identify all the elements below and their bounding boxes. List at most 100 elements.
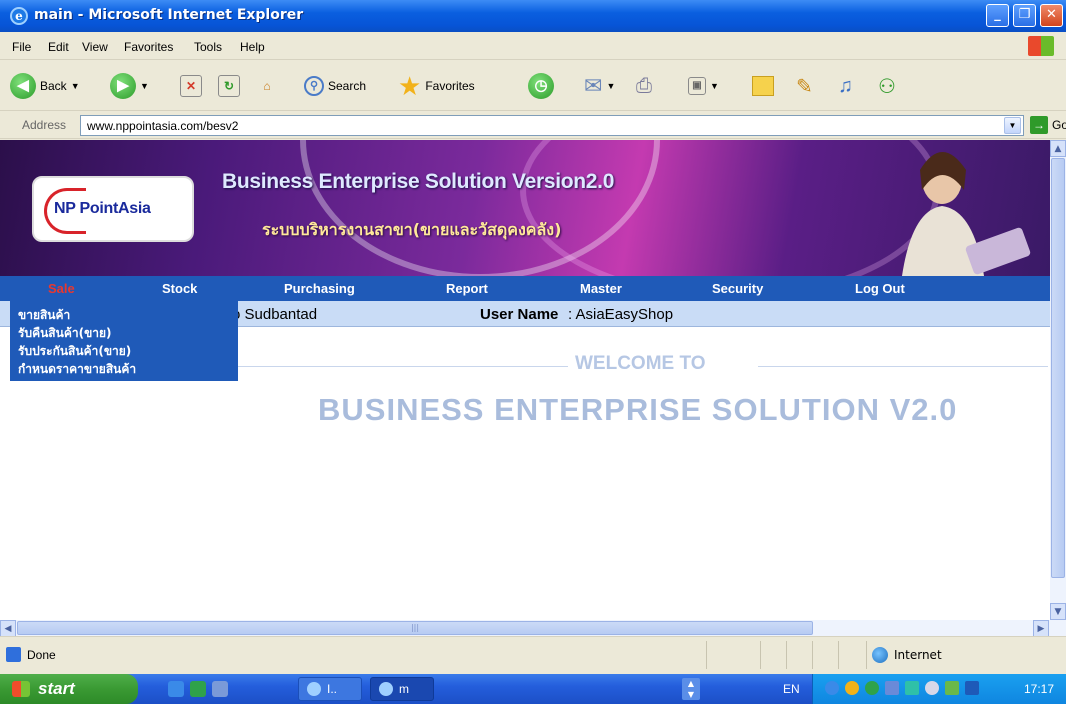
forward-arrow-icon: ▶ [110,73,136,99]
header-banner: NP PointAsia Business Enterprise Solutio… [0,140,1050,276]
research-icon: ✎ [796,75,813,98]
stop-icon: ✕ [180,75,202,97]
page-content: NP PointAsia Business Enterprise Solutio… [0,140,1050,620]
back-arrow-icon: ◀ [10,73,36,99]
zone-text: Internet [894,648,942,662]
menu-help[interactable]: Help [240,40,265,54]
tray-icon[interactable] [885,681,899,695]
ie-icon [379,682,393,696]
edit-button[interactable]: ▣ ▼ [688,72,719,100]
favorites-button[interactable]: ★ Favorites [398,71,475,101]
favorites-label: Favorites [425,79,475,93]
address-url: www.nppointasia.com/besv2 [87,119,239,133]
status-divider [838,641,839,669]
branch-name: o Sudbantad [232,306,318,323]
nav-sale[interactable]: Sale [48,281,75,296]
menu-tools[interactable]: Tools [194,40,222,54]
scroll-left-icon[interactable]: ◀ [0,620,16,637]
chevron-down-icon: ▼ [606,81,616,91]
print-icon: ⎙ [636,74,652,97]
discuss-button[interactable] [752,72,774,100]
welcome-heading: WELCOME TO [575,353,706,374]
ie-icon [307,682,321,696]
task-label: m [399,682,409,696]
dropdown-item-sell[interactable]: ขายสินค้า [18,306,230,324]
menu-file[interactable]: File [12,40,31,54]
dropdown-item-return[interactable]: รับคืนสินค้า(ขาย) [18,324,230,342]
nav-master[interactable]: Master [580,281,622,296]
horizontal-scrollbar[interactable]: ◀ ||| ▶ [0,620,1066,637]
tray-icon[interactable] [965,681,979,695]
nav-security[interactable]: Security [712,281,763,296]
security-zone: Internet [872,647,942,663]
taskbar-item-ie[interactable]: I.. [298,677,362,701]
refresh-icon: ↻ [218,75,240,97]
back-button[interactable]: ◀ Back ▼ [10,72,80,100]
status-bar: Done Internet [0,636,1066,674]
globe-icon [872,647,888,663]
page-icon [6,647,21,662]
taskbar-item-main[interactable]: m [370,677,434,701]
main-nav: Sale Stock Purchasing Report Master Secu… [0,276,1050,301]
nav-purchasing[interactable]: Purchasing [284,281,355,296]
maximize-button[interactable]: ❐ [1013,4,1036,27]
minimize-button[interactable]: _ [986,4,1009,27]
divider-line [758,366,1048,367]
close-button[interactable]: ✕ [1040,4,1063,27]
home-button[interactable]: ⌂ [256,72,278,100]
menu-view[interactable]: View [82,40,108,54]
ie-icon: e [10,7,28,25]
status-divider [866,641,867,669]
print-button[interactable]: ⎙ [636,72,652,100]
chevron-down-icon[interactable]: ▼ [1004,117,1021,134]
banner-subtitle: ระบบบริหารงานสาขา(ขายและวัสดุคงคลัง) [262,220,562,239]
vertical-scroll-thumb[interactable] [1051,158,1065,578]
go-button[interactable]: → Go [1030,116,1066,134]
nav-report[interactable]: Report [446,281,488,296]
clock: 17:17 [1024,682,1055,696]
user-name-value: : AsiaEasyShop [568,306,674,323]
history-button[interactable]: ◷ [528,72,554,100]
quicklaunch-icon[interactable] [212,681,228,697]
dropdown-item-pricing[interactable]: กำหนดราคาขายสินค้า [18,360,230,378]
ie-quicklaunch-icon[interactable] [168,681,184,697]
history-icon: ◷ [528,73,554,99]
company-logo: NP PointAsia [32,176,194,242]
tray-icon[interactable] [905,681,919,695]
horizontal-scroll-thumb[interactable]: ||| [17,621,813,635]
language-indicator[interactable]: EN [783,682,800,696]
mail-button[interactable]: ✉ ▼ [584,72,615,100]
nav-stock[interactable]: Stock [162,281,197,296]
menu-edit[interactable]: Edit [48,40,69,54]
scroll-up-icon[interactable]: ▲ [1050,140,1066,157]
start-label: start [38,679,75,698]
taskbar-scroll-icon[interactable]: ▲ ▼ [682,678,700,700]
tray-icon[interactable] [925,681,939,695]
tray-icon[interactable] [845,681,859,695]
stop-button[interactable]: ✕ [180,72,202,100]
title-bar[interactable]: e main - Microsoft Internet Explorer _ ❐… [0,0,1066,32]
nav-logout[interactable]: Log Out [855,281,905,296]
vertical-scrollbar[interactable]: ▲ ▼ [1050,140,1066,620]
tray-icon[interactable] [865,681,879,695]
chevron-down-icon: ▼ [710,81,719,91]
dropdown-item-warranty[interactable]: รับประกันสินค้า(ขาย) [18,342,230,360]
note-icon [752,76,774,96]
search-label: Search [328,79,367,93]
tray-icon[interactable] [945,681,959,695]
media-button[interactable]: ♫ [838,72,853,100]
scroll-right-icon[interactable]: ▶ [1033,620,1049,637]
quicklaunch-icon[interactable] [190,681,206,697]
address-input[interactable]: www.nppointasia.com/besv2 ▼ [80,115,1024,136]
research-button[interactable]: ✎ [796,72,813,100]
start-button[interactable]: start [0,674,138,704]
menu-favorites[interactable]: Favorites [124,40,173,54]
refresh-button[interactable]: ↻ [218,72,240,100]
messenger-button[interactable]: ⚇ [878,72,896,100]
search-button[interactable]: ⚲ Search [304,72,366,100]
forward-button[interactable]: ▶ ▼ [110,72,149,100]
menu-bar: File Edit View Favorites Tools Help [0,32,1066,60]
edit-icon: ▣ [688,77,706,95]
scroll-down-icon[interactable]: ▼ [1050,603,1066,620]
tray-icon[interactable] [825,681,839,695]
